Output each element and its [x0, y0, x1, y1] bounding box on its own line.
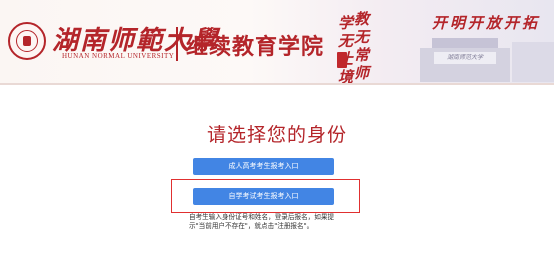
adult-exam-entry-button[interactable]: 成人高考考生报考入口: [193, 158, 334, 175]
motto-calligraphy: 教 无 常 师 学 无 止 境: [338, 4, 404, 85]
building-plate: 湖南师范大学: [434, 52, 496, 64]
university-logo-icon: [8, 22, 46, 60]
instruction-hint-text: 自考生输入身份证号和姓名，登录后报名，如果提示"当前用户不存在"，就点击"注册报…: [189, 213, 335, 230]
campus-building-illustration: 湖南师范大学: [412, 34, 554, 82]
college-name: 继续教育学院: [186, 35, 325, 60]
header-divider: [176, 27, 178, 61]
school-name-english: HUNAN NORMAL UNIVERSITY: [62, 52, 175, 60]
header-banner: 湖南师範大學 HUNAN NORMAL UNIVERSITY 继续教育学院 教 …: [0, 0, 554, 85]
motto-char: 师: [354, 64, 370, 82]
red-seal-stamp-icon: [337, 52, 347, 68]
self-study-exam-entry-button[interactable]: 自学考试考生报考入口: [193, 188, 334, 205]
banner-border: [0, 83, 554, 85]
slogan-calligraphy: 开明开放开拓: [432, 14, 541, 32]
page-title: 请选择您的身份: [206, 124, 347, 146]
